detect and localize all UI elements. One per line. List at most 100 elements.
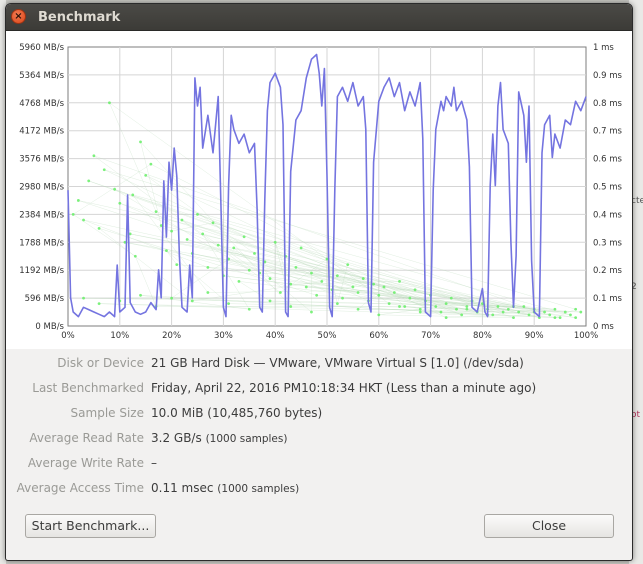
info-value: Friday, April 22, 2016 PM10:18:34 HKT (L…: [151, 381, 537, 395]
y-right-tick-label: 0.5 ms: [593, 183, 622, 193]
y-left-tick-label: 2384 MB/s: [19, 210, 64, 220]
access-time-point: [82, 296, 85, 300]
access-time-point: [403, 305, 407, 308]
access-time-point: [444, 302, 448, 306]
access-time-point: [398, 279, 401, 283]
y-right-tick-label: 0.6 ms: [593, 155, 622, 165]
x-tick-label: 40%: [266, 331, 285, 341]
info-label: Last Benchmarked: [32, 381, 144, 395]
access-time-point: [361, 277, 365, 280]
access-time-point: [304, 285, 308, 289]
y-left-tick-label: 5364 MB/s: [19, 71, 64, 81]
benchmark-graph: 0 MB/s 596 MB/s 1192 MB/s 1788 MB/s 2384 MB/…: [6, 31, 632, 349]
y-left-tick-label: 3576 MB/s: [19, 155, 64, 165]
y-right-tick-label: 0.8 ms: [593, 99, 622, 109]
access-time-point: [506, 307, 510, 311]
access-time-point: [102, 168, 106, 172]
x-tick-label: 10%: [110, 331, 129, 341]
window-title: Benchmark: [38, 10, 121, 25]
access-time-point: [227, 302, 230, 306]
access-time-point: [92, 154, 96, 158]
title-bar: × Benchmark: [6, 4, 632, 31]
x-tick-label: 20%: [162, 331, 181, 341]
access-time-point: [398, 305, 401, 308]
benchmark-chart-svg: 0 MB/s 596 MB/s 1192 MB/s 1788 MB/s 2384 MB/…: [19, 43, 622, 341]
access-time-point: [418, 310, 422, 314]
start-benchmark-button[interactable]: Start Benchmark...: [25, 514, 156, 538]
y-right-tick-label: 0.4 ms: [593, 210, 622, 220]
access-time-point: [247, 307, 251, 311]
access-time-point: [501, 310, 505, 314]
access-time-point: [563, 310, 567, 314]
access-time-point: [253, 252, 256, 255]
access-time-point: [335, 302, 339, 306]
access-time-point: [278, 291, 282, 294]
y-left-tick-label: 5960 MB/s: [19, 43, 64, 53]
access-time-point: [465, 307, 469, 311]
info-row-device: Disk or Device 21 GB Hard Disk — VMware,…: [6, 356, 632, 376]
y-left-tick-label: 2980 MB/s: [19, 183, 64, 193]
access-time-point: [408, 296, 412, 300]
access-time-point: [579, 310, 583, 314]
info-value: –: [151, 456, 157, 470]
access-time-point: [465, 305, 469, 308]
info-label: Average Write Rate: [27, 456, 144, 470]
x-tick-label: 50%: [318, 331, 337, 341]
access-time-point: [382, 285, 386, 289]
access-time-point: [232, 246, 236, 250]
y-right-tick-label: 0.2 ms: [593, 266, 622, 276]
access-time-point: [553, 316, 557, 320]
access-time-point: [320, 279, 324, 283]
access-time-point: [201, 232, 205, 236]
access-time-point: [449, 296, 453, 300]
access-time-point: [392, 291, 396, 294]
close-button[interactable]: Close: [484, 514, 614, 538]
info-value: 21 GB Hard Disk — VMware, VMware Virtual…: [151, 356, 524, 370]
access-time-point: [170, 229, 174, 233]
access-time-point: [460, 313, 464, 317]
x-tick-label: 80%: [473, 331, 492, 341]
access-time-point: [377, 293, 381, 297]
access-time-point: [517, 310, 521, 314]
access-time-point: [206, 291, 210, 294]
access-time-point: [165, 249, 168, 253]
x-tick-label: 60%: [369, 331, 388, 341]
access-time-point: [346, 263, 350, 267]
access-time-point: [512, 316, 515, 320]
x-tick-label: 30%: [214, 331, 233, 341]
window-close-icon[interactable]: ×: [11, 9, 26, 24]
access-time-point: [144, 173, 148, 177]
info-value: 3.2 GB/s (1000 samples): [151, 431, 288, 445]
x-tick-label: 100%: [574, 331, 598, 341]
access-time-point: [97, 226, 101, 230]
access-time-point: [527, 313, 531, 317]
access-time-point: [491, 313, 495, 317]
access-time-point: [310, 310, 313, 314]
access-time-point: [113, 187, 117, 191]
access-time-point: [216, 243, 220, 247]
info-value: 0.11 msec (1000 samples): [151, 481, 300, 495]
access-time-point: [139, 140, 142, 144]
info-row-sample-size: Sample Size 10.0 MiB (10,485,760 bytes): [6, 406, 632, 426]
access-time-point: [139, 293, 142, 297]
info-row-read-rate: Average Read Rate 3.2 GB/s (1000 samples…: [6, 431, 632, 451]
info-label: Sample Size: [70, 406, 144, 420]
access-time-point: [76, 199, 80, 202]
access-time-point: [543, 310, 546, 314]
sample-count: (1000 samples): [205, 433, 288, 445]
access-time-point: [548, 313, 552, 317]
y-left-tick-label: 4172 MB/s: [19, 127, 64, 137]
access-time-point: [310, 271, 313, 275]
access-time-point: [180, 218, 184, 222]
access-time-point: [71, 213, 75, 216]
access-time-point: [170, 296, 174, 300]
access-time-point: [82, 218, 85, 222]
access-time-point: [418, 307, 422, 311]
y-right-tick-label: 0.9 ms: [593, 71, 622, 81]
access-time-point: [387, 302, 391, 306]
y-right-tick-label: 0.3 ms: [593, 238, 622, 248]
access-time-point: [289, 282, 293, 286]
access-time-point: [131, 193, 135, 197]
access-time-point: [87, 179, 91, 183]
access-time-point: [133, 254, 137, 258]
